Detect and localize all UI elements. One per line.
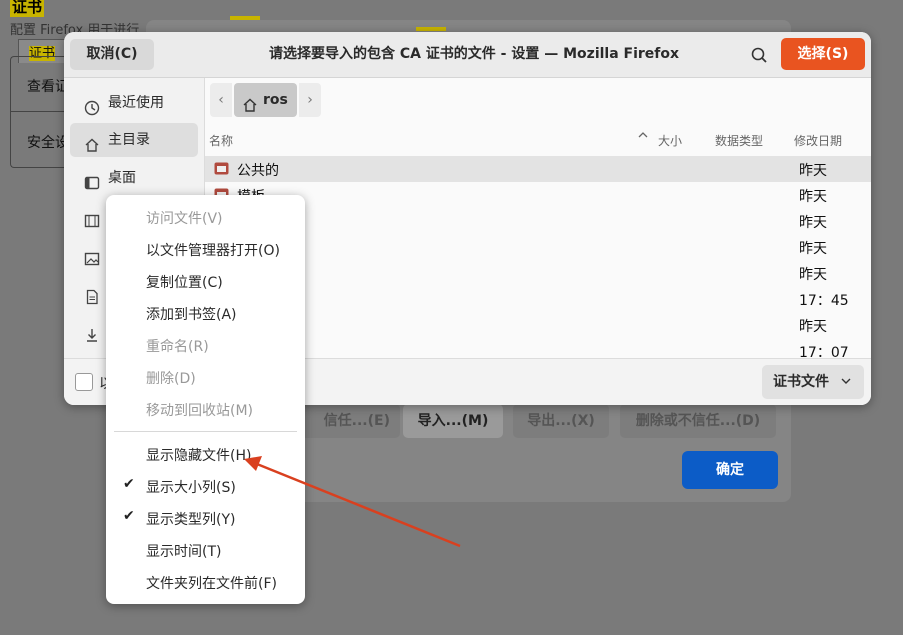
annotation-arrow <box>244 456 461 548</box>
